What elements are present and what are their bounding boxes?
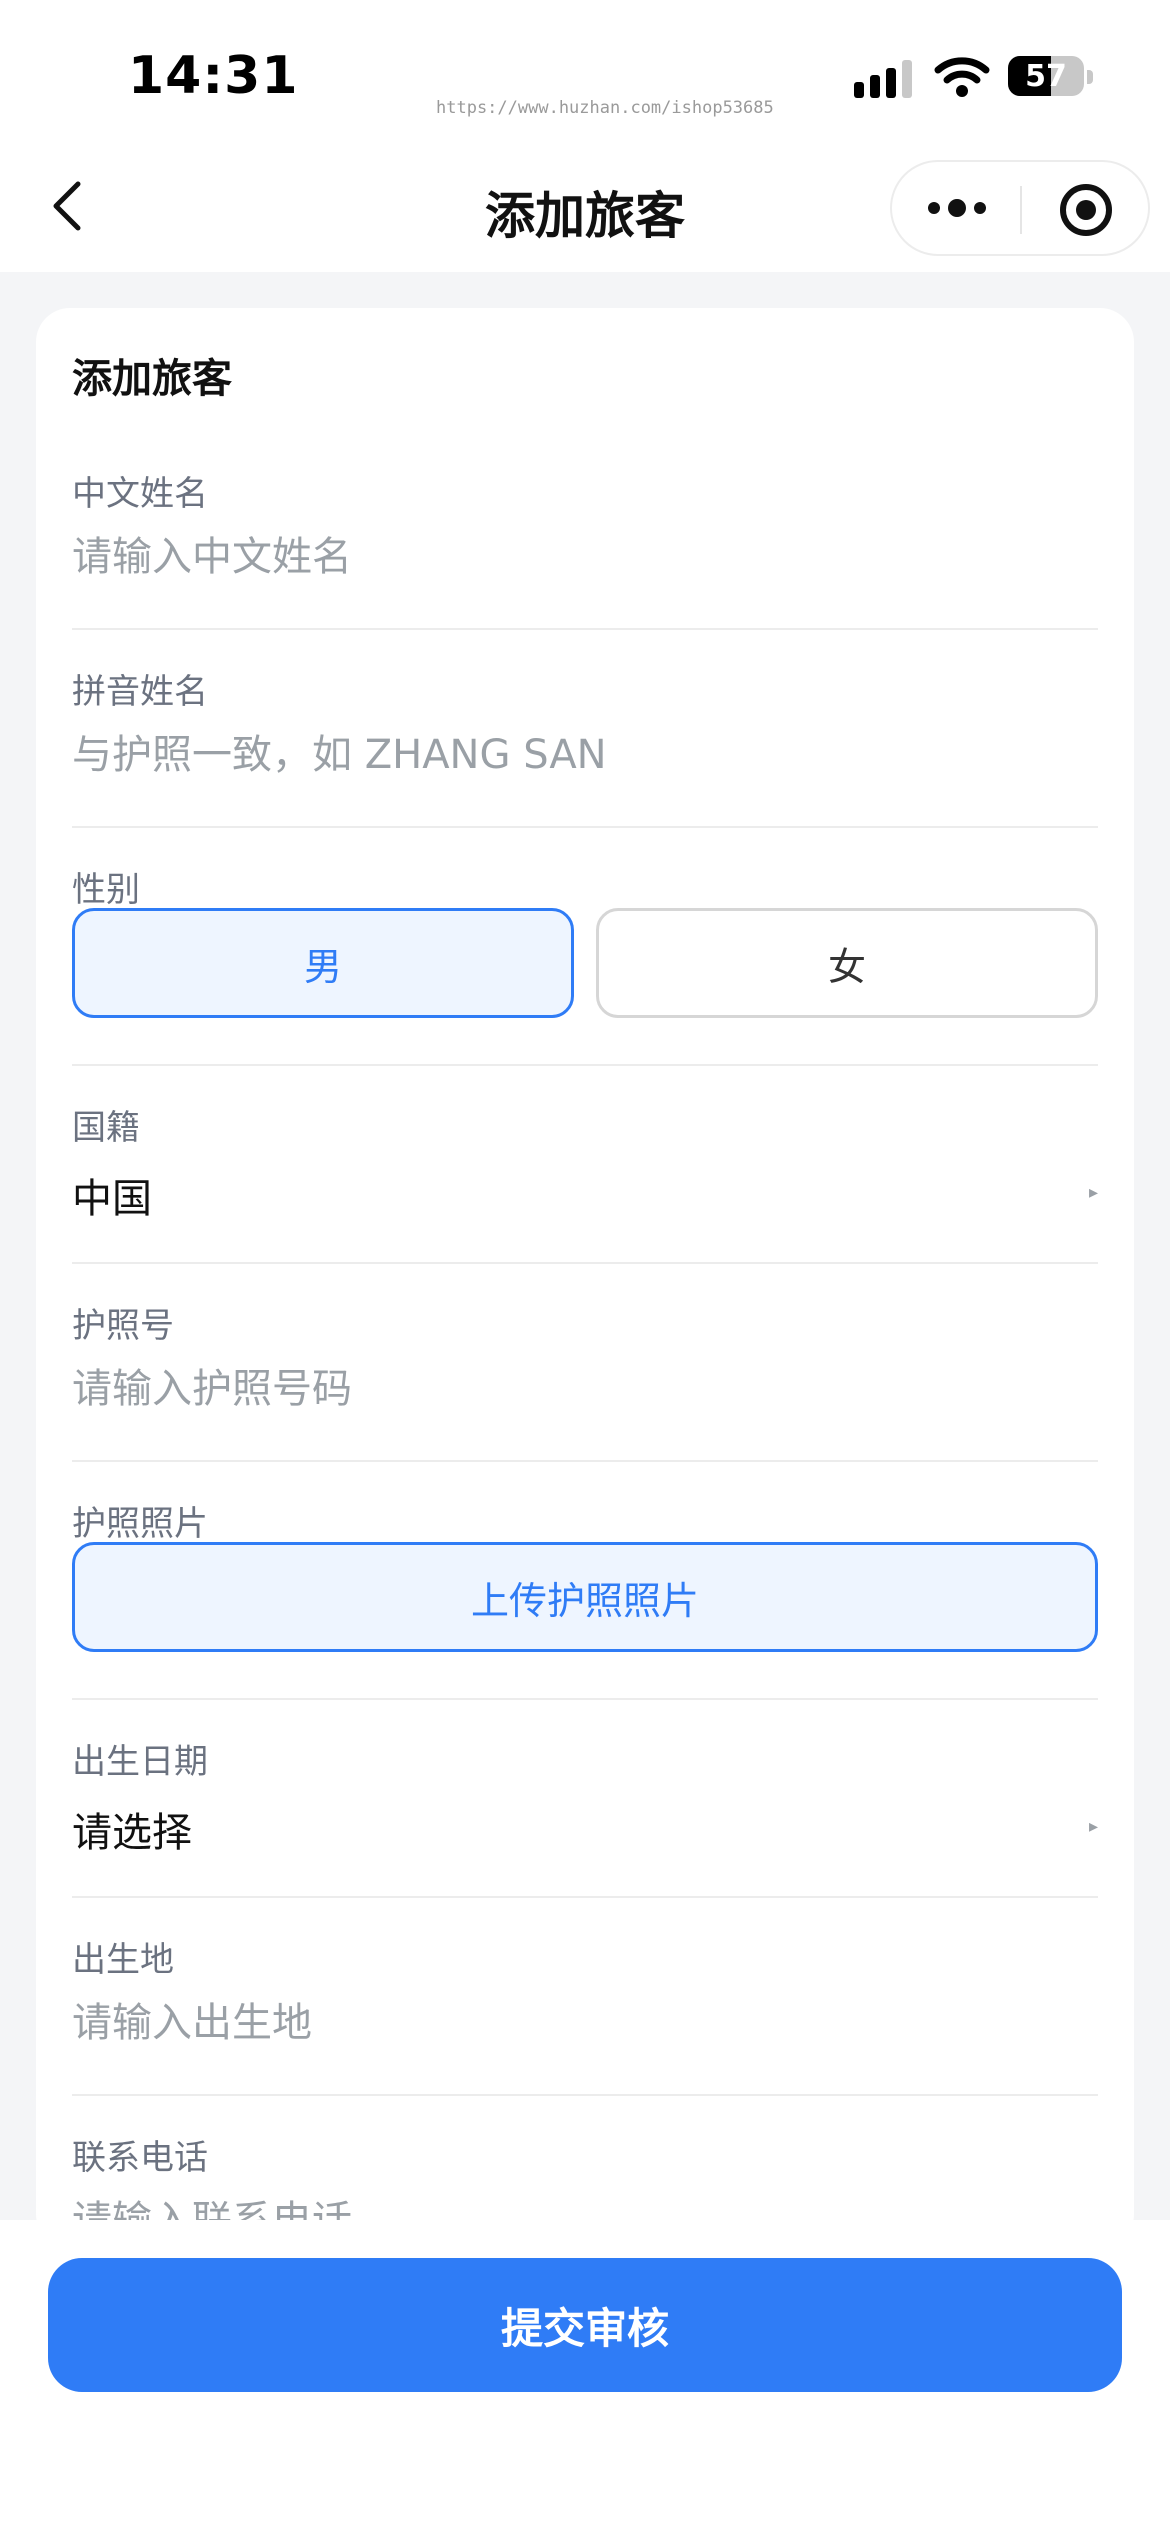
battery-icon: 57 xyxy=(1008,56,1084,96)
nav-bar: 添加旅客 xyxy=(0,140,1170,272)
divider xyxy=(72,628,1098,630)
divider xyxy=(72,2094,1098,2096)
gender-label: 性别 xyxy=(72,870,140,910)
traveler-form-card: 添加旅客 中文姓名 拼音姓名 性别 男 女 国籍 中国 ▸ 护照号 护照照片 上… xyxy=(36,308,1134,2248)
battery-level: 57 xyxy=(1025,58,1067,94)
birth-date-field[interactable]: 出生日期 请选择 ▸ xyxy=(72,1734,1098,1874)
wifi-icon xyxy=(934,57,990,97)
birth-date-value[interactable]: 请选择 xyxy=(72,1800,192,1858)
passport-number-label: 护照号 xyxy=(72,1306,174,1346)
divider xyxy=(72,1896,1098,1898)
more-dots-icon[interactable] xyxy=(922,182,992,234)
gender-female-option[interactable]: 女 xyxy=(596,908,1098,1018)
chevron-right-icon: ▸ xyxy=(1088,1182,1098,1203)
pinyin-name-input[interactable] xyxy=(72,720,1098,790)
divider xyxy=(72,1460,1098,1462)
capsule-divider xyxy=(1020,186,1022,234)
divider xyxy=(72,1262,1098,1264)
birth-place-label: 出生地 xyxy=(72,1940,174,1980)
submit-review-button[interactable]: 提交审核 xyxy=(48,2258,1122,2392)
divider xyxy=(72,826,1098,828)
close-target-icon[interactable] xyxy=(1054,178,1118,242)
chevron-right-icon: ▸ xyxy=(1088,1816,1098,1837)
chinese-name-label: 中文姓名 xyxy=(72,474,208,514)
passport-number-input[interactable] xyxy=(72,1354,1098,1424)
cellular-signal-icon xyxy=(854,60,912,98)
mini-program-capsule xyxy=(890,160,1150,256)
bottom-action-bar: 提交审核 xyxy=(0,2220,1170,2532)
passport-number-field: 护照号 xyxy=(72,1298,1098,1438)
status-bar: 14:31 https://www.huzhan.com/ishop53685 … xyxy=(0,0,1170,140)
chinese-name-field: 中文姓名 xyxy=(72,466,1098,606)
status-time: 14:31 xyxy=(128,46,299,106)
upload-passport-photo-button[interactable]: 上传护照照片 xyxy=(72,1542,1098,1652)
pinyin-name-field: 拼音姓名 xyxy=(72,664,1098,804)
birth-place-field: 出生地 xyxy=(72,1932,1098,2072)
battery-cap xyxy=(1087,70,1093,84)
nationality-label: 国籍 xyxy=(72,1108,140,1148)
gender-male-option[interactable]: 男 xyxy=(72,908,574,1018)
watermark-text: https://www.huzhan.com/ishop53685 xyxy=(436,98,774,118)
passport-photo-field: 护照照片 上传护照照片 xyxy=(72,1496,1098,1666)
pinyin-name-label: 拼音姓名 xyxy=(72,672,208,712)
nationality-field[interactable]: 国籍 中国 ▸ xyxy=(72,1100,1098,1240)
divider xyxy=(72,1064,1098,1066)
birth-place-input[interactable] xyxy=(72,1988,1098,2058)
divider xyxy=(72,1698,1098,1700)
gender-field: 性别 男 女 xyxy=(72,862,1098,1032)
passport-photo-label: 护照照片 xyxy=(72,1504,208,1544)
birth-date-label: 出生日期 xyxy=(72,1742,208,1782)
form-title: 添加旅客 xyxy=(72,356,232,402)
phone-label: 联系电话 xyxy=(72,2138,208,2178)
chinese-name-input[interactable] xyxy=(72,522,1098,592)
nationality-value[interactable]: 中国 xyxy=(72,1166,152,1224)
